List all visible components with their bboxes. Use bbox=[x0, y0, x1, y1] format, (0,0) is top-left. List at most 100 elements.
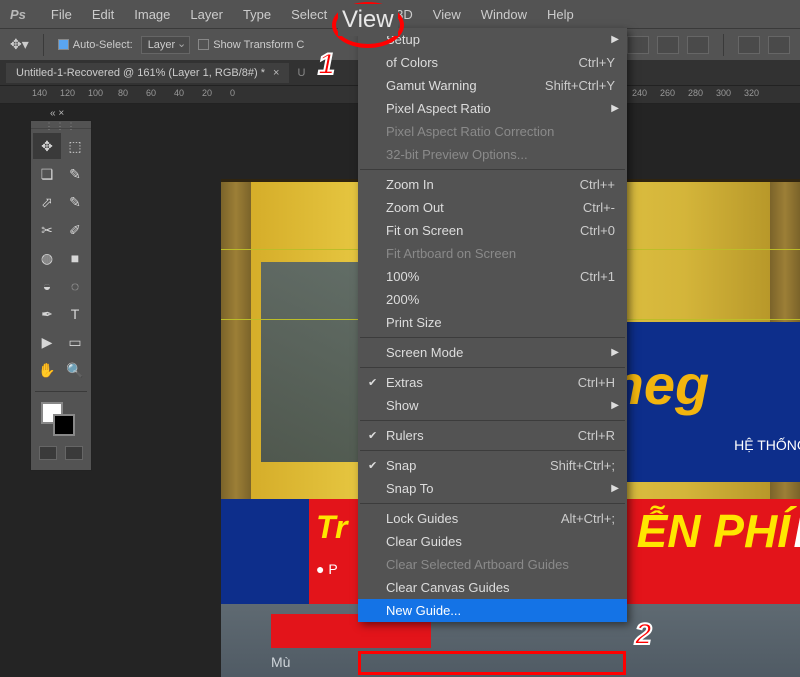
menu-item-fit-on-screen[interactable]: Fit on ScreenCtrl+0 bbox=[358, 219, 627, 242]
menu-item-lock-guides[interactable]: Lock GuidesAlt+Ctrl+; bbox=[358, 507, 627, 530]
distribute-icon[interactable] bbox=[627, 36, 649, 54]
ruler-tick: 240 bbox=[632, 88, 647, 98]
menu-view[interactable]: View bbox=[423, 7, 471, 22]
mode-icon[interactable] bbox=[738, 36, 760, 54]
menu-item-label: Lock Guides bbox=[386, 511, 458, 526]
ruler-tick: 120 bbox=[60, 88, 75, 98]
dodge-tool[interactable]: ◌ bbox=[61, 273, 89, 299]
ruler-tick: 0 bbox=[230, 88, 235, 98]
document-tab[interactable]: Untitled-1-Recovered @ 161% (Layer 1, RG… bbox=[6, 63, 289, 83]
brush-tool[interactable]: ✐ bbox=[61, 217, 89, 243]
document-tab-ghost[interactable]: U bbox=[289, 63, 313, 83]
menu-item-new-guide[interactable]: New Guide... bbox=[358, 599, 627, 622]
hand-tool[interactable]: ✋ bbox=[33, 357, 61, 383]
menu-type[interactable]: Type bbox=[233, 7, 281, 22]
marquee-tool[interactable]: ⬚ bbox=[61, 133, 89, 159]
zoom-tool[interactable]: 🔍 bbox=[61, 357, 89, 383]
menu-item-label: Snap To bbox=[386, 481, 433, 496]
menu-item-label: Gamut Warning bbox=[386, 78, 477, 93]
type-tool[interactable]: T bbox=[61, 301, 89, 327]
ruler-tick: 100 bbox=[88, 88, 103, 98]
menu-item-snap[interactable]: ✔SnapShift+Ctrl+; bbox=[358, 454, 627, 477]
distribute-icon[interactable] bbox=[687, 36, 709, 54]
menu-shortcut: Shift+Ctrl+; bbox=[550, 458, 615, 473]
menu-item-clear-guides[interactable]: Clear Guides bbox=[358, 530, 627, 553]
menu-separator bbox=[360, 420, 625, 421]
ruler-tick: 60 bbox=[146, 88, 156, 98]
menu-item-screen-mode[interactable]: Screen Mode ▶ bbox=[358, 341, 627, 364]
view-menu-dropdown: Setup▶of ColorsCtrl+YGamut WarningShift+… bbox=[358, 28, 627, 622]
color-swatches[interactable] bbox=[31, 396, 91, 442]
quick-select-tool[interactable]: ✎ bbox=[61, 161, 89, 187]
move-tool[interactable]: ✥ bbox=[33, 133, 61, 159]
menu-layer[interactable]: Layer bbox=[180, 7, 233, 22]
move-tool-icon: ✥▾ bbox=[10, 36, 29, 53]
ruler-tick: 40 bbox=[174, 88, 184, 98]
banner-text: ỄN PHÍ bbox=[637, 504, 790, 558]
autoselect-checkbox[interactable]: Auto-Select: bbox=[58, 39, 133, 51]
menu-item-clear-canvas-guides[interactable]: Clear Canvas Guides bbox=[358, 576, 627, 599]
path-select-tool[interactable]: ▶ bbox=[33, 329, 61, 355]
menu-item-gamut-warning[interactable]: Gamut WarningShift+Ctrl+Y bbox=[358, 74, 627, 97]
menu-item-pixel-aspect-ratio-correction: Pixel Aspect Ratio Correction bbox=[358, 120, 627, 143]
eyedropper-tool[interactable]: ✎ bbox=[61, 189, 89, 215]
quickmask-icon[interactable] bbox=[39, 446, 57, 460]
menu-item-100[interactable]: 100%Ctrl+1 bbox=[358, 265, 627, 288]
submenu-arrow-icon: ▶ bbox=[611, 34, 619, 45]
blur-tool[interactable]: ◒ bbox=[33, 273, 61, 299]
menu-shortcut: Ctrl+1 bbox=[580, 269, 615, 284]
mode-icon[interactable] bbox=[768, 36, 790, 54]
menu-item-200[interactable]: 200% bbox=[358, 288, 627, 311]
panel-grip[interactable]: ⋮⋮⋮ bbox=[31, 121, 91, 129]
stamp-tool[interactable]: ◍ bbox=[33, 245, 61, 271]
menu-item-proof-colors[interactable]: of ColorsCtrl+Y bbox=[358, 51, 627, 74]
menu-select[interactable]: Select bbox=[281, 7, 337, 22]
menu-window[interactable]: Window bbox=[471, 7, 537, 22]
divider bbox=[723, 34, 724, 56]
menu-item-print-size[interactable]: Print Size bbox=[358, 311, 627, 334]
close-icon[interactable]: × bbox=[273, 67, 279, 79]
menu-item-show[interactable]: Show▶ bbox=[358, 394, 627, 417]
shape-tool[interactable]: ▭ bbox=[61, 329, 89, 355]
menu-item-label: of Colors bbox=[386, 55, 438, 70]
menu-item-label: Fit Artboard on Screen bbox=[386, 246, 516, 261]
menu-item-label: Pixel Aspect Ratio Correction bbox=[386, 124, 554, 139]
menu-item-pixel-aspect-ratio[interactable]: Pixel Aspect Ratio▶ bbox=[358, 97, 627, 120]
autoselect-label: Auto-Select: bbox=[73, 39, 133, 51]
screenmode-icon[interactable] bbox=[65, 446, 83, 460]
menu-item-proof-setup[interactable]: Setup▶ bbox=[358, 28, 627, 51]
distribute-icon[interactable] bbox=[657, 36, 679, 54]
divider bbox=[43, 34, 44, 56]
menu-item-label: Pixel Aspect Ratio bbox=[386, 101, 491, 116]
lasso-tool[interactable]: ❏ bbox=[33, 161, 61, 187]
menu-item-fit-artboard-on-screen: Fit Artboard on Screen bbox=[358, 242, 627, 265]
pen-tool[interactable]: ✒ bbox=[33, 301, 61, 327]
menu-edit[interactable]: Edit bbox=[82, 7, 124, 22]
crop-tool[interactable]: ⬀ bbox=[33, 189, 61, 215]
menu-item-extras[interactable]: ✔ExtrasCtrl+H bbox=[358, 371, 627, 394]
menu-item-zoom-out[interactable]: Zoom OutCtrl+- bbox=[358, 196, 627, 219]
gradient-tool[interactable]: ■ bbox=[61, 245, 89, 271]
ruler-tick: 300 bbox=[716, 88, 731, 98]
menu-item-label: Zoom Out bbox=[386, 200, 444, 215]
menu-help[interactable]: Help bbox=[537, 7, 584, 22]
app-logo: Ps bbox=[10, 7, 26, 22]
panel-close-icon[interactable]: « × bbox=[50, 108, 64, 119]
healing-tool[interactable]: ✂ bbox=[33, 217, 61, 243]
annotation-view-label: View bbox=[338, 4, 398, 36]
menu-item-label: Clear Selected Artboard Guides bbox=[386, 557, 569, 572]
submenu-arrow-icon: ▶ bbox=[611, 347, 619, 358]
background-swatch[interactable] bbox=[53, 414, 75, 436]
menu-item-label: Extras bbox=[386, 375, 423, 390]
menu-item-label: Screen Mode bbox=[386, 345, 463, 360]
autoselect-dropdown[interactable]: Layer bbox=[141, 36, 191, 54]
menu-separator bbox=[360, 169, 625, 170]
menu-file[interactable]: File bbox=[41, 7, 82, 22]
menu-item-zoom-in[interactable]: Zoom InCtrl++ bbox=[358, 173, 627, 196]
menu-item-label: Clear Canvas Guides bbox=[386, 580, 510, 595]
menu-image[interactable]: Image bbox=[124, 7, 180, 22]
menu-item-snap-to[interactable]: Snap To▶ bbox=[358, 477, 627, 500]
menu-item-label: Print Size bbox=[386, 315, 442, 330]
show-transform-checkbox[interactable]: Show Transform C bbox=[198, 39, 304, 51]
menu-item-rulers[interactable]: ✔RulersCtrl+R bbox=[358, 424, 627, 447]
